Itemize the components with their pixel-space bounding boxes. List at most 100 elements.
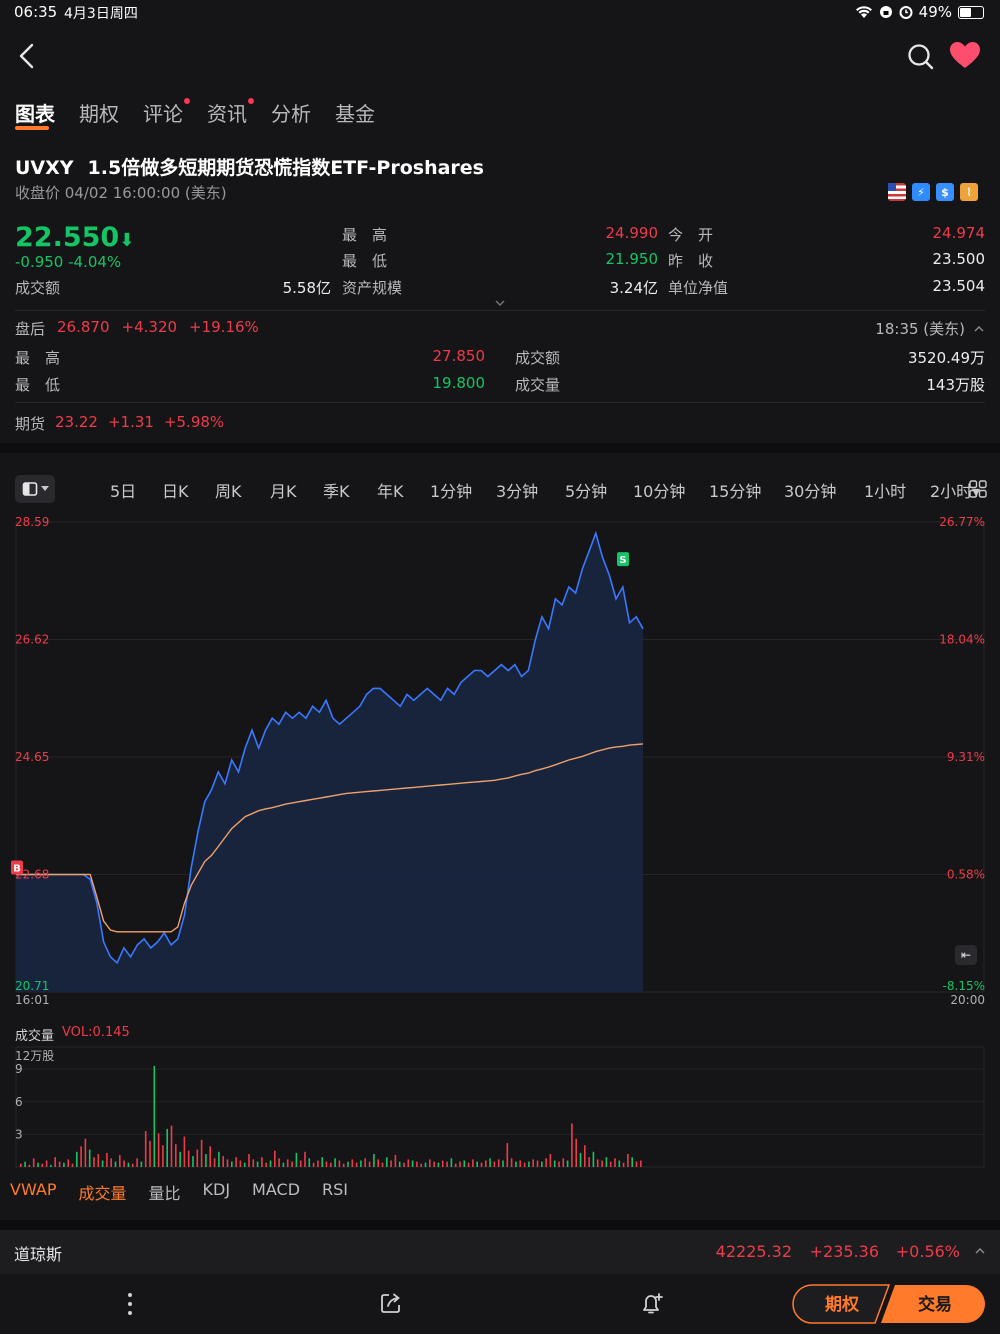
period-bar: 5日 日K 周K 月K 季K 年K 1分钟 3分钟 5分钟 10分钟 15分钟 30分钟 1小时 2小时▾ — [15, 474, 1000, 504]
indicator-tab-1[interactable]: 成交量 — [78, 1180, 126, 1204]
period-tab-5[interactable]: 年K — [377, 478, 404, 502]
volume-bar — [274, 1150, 276, 1167]
ah-volume-value: 143万股 — [926, 376, 985, 394]
price-chart[interactable]: 28.5926.6224.6522.6820.71 26.77%18.04%9.… — [0, 510, 1000, 1010]
back-icon[interactable] — [12, 40, 42, 72]
volume-bar — [67, 1159, 69, 1167]
caret-down-icon — [40, 486, 49, 491]
volume-bar — [140, 1161, 143, 1167]
aum-label: 资产规模 — [342, 279, 403, 297]
period-tab-1[interactable]: 日K — [162, 478, 189, 502]
after-hours-time-toggle[interactable]: 18:35 (美东) — [875, 318, 985, 339]
heart-icon[interactable] — [948, 40, 982, 72]
volume-bar — [149, 1140, 151, 1167]
tab-5[interactable]: 基金 — [335, 98, 375, 128]
volume-bar — [269, 1160, 272, 1167]
volume-bar — [136, 1158, 138, 1167]
tab-label: 期权 — [79, 102, 119, 126]
volume-bar — [131, 1163, 134, 1167]
volume-bar — [437, 1162, 440, 1167]
volume-bar — [24, 1161, 26, 1167]
volume-bar — [485, 1160, 487, 1167]
indicator-tab-0[interactable]: VWAP — [10, 1180, 56, 1204]
more-icon[interactable] — [120, 1291, 140, 1317]
tab-0[interactable]: 图表 — [15, 98, 55, 130]
volume-bar — [317, 1160, 319, 1167]
high-label: 最 高 — [342, 226, 388, 244]
volume-bar — [80, 1146, 82, 1167]
buy-marker[interactable]: B — [11, 860, 23, 875]
share-icon[interactable] — [379, 1291, 403, 1315]
volume-bar — [37, 1162, 39, 1167]
period-tab-3[interactable]: 月K — [270, 478, 297, 502]
volume-bar — [196, 1149, 199, 1167]
period-tab-8[interactable]: 5分钟 — [565, 478, 607, 502]
index-change: +235.36 — [809, 1242, 879, 1261]
indicator-tab-4[interactable]: MACD — [252, 1180, 300, 1204]
tab-3[interactable]: 资讯 — [207, 98, 254, 128]
search-icon[interactable] — [905, 40, 935, 72]
volume-bar — [472, 1159, 474, 1167]
volume-bar — [463, 1160, 466, 1167]
volume-bar — [45, 1160, 48, 1167]
jump-latest-icon[interactable]: ⇤ — [955, 945, 977, 965]
volume-bar — [454, 1163, 457, 1167]
ah-volume-label: 成交量 — [515, 376, 561, 394]
chart-layout-toggle[interactable] — [15, 475, 55, 503]
volume-bar — [493, 1161, 496, 1167]
volume-bar — [545, 1158, 547, 1167]
tab-1[interactable]: 期权 — [79, 98, 119, 128]
volume-bar — [553, 1160, 556, 1167]
period-tab-7[interactable]: 3分钟 — [496, 478, 538, 502]
volume-bar — [592, 1151, 595, 1167]
indicator-tab-5[interactable]: RSI — [322, 1180, 348, 1204]
y-tick-right: 9.31% — [947, 750, 985, 764]
expand-chevron-icon[interactable] — [494, 298, 506, 308]
after-hours-label: 盘后 — [15, 320, 46, 338]
prev-close-value: 23.500 — [932, 250, 986, 268]
period-tab-12[interactable]: 1小时 — [864, 478, 906, 502]
futures-row[interactable]: 期货 23.22 +1.31 +5.98% — [15, 413, 224, 434]
period-tab-4[interactable]: 季K — [323, 478, 350, 502]
period-tab-10[interactable]: 15分钟 — [709, 478, 761, 502]
sell-marker[interactable]: S — [617, 552, 629, 567]
period-tab-11[interactable]: 30分钟 — [784, 478, 836, 502]
volume-bar — [571, 1123, 573, 1167]
divider — [15, 310, 985, 311]
period-tab-6[interactable]: 1分钟 — [430, 478, 472, 502]
indicator-tabs: VWAP 成交量 量比 KDJ MACD RSI — [10, 1180, 348, 1204]
volume-bar — [523, 1162, 526, 1167]
period-tab-0[interactable]: 5日 — [110, 478, 136, 502]
volume-bar — [351, 1159, 354, 1167]
volume-bar — [390, 1160, 392, 1167]
open-label: 今 开 — [668, 226, 714, 244]
index-ticker-bar[interactable]: 道琼斯 42225.32 +235.36 +0.56% — [0, 1230, 1000, 1274]
volume-bar — [235, 1157, 237, 1167]
status-icons: 49% — [855, 3, 984, 21]
current-price: 22.550⬇ — [15, 222, 135, 253]
buy-marker-label: B — [13, 864, 21, 875]
volume-bar — [584, 1145, 586, 1167]
futures-percent: +5.98% — [163, 413, 225, 431]
index-name: 道琼斯 — [14, 1245, 63, 1264]
tab-4[interactable]: 分析 — [271, 98, 311, 128]
grid-menu-icon[interactable] — [968, 479, 988, 499]
volume-bar — [32, 1158, 35, 1167]
volume-chart[interactable]: 9 6 3 — [0, 1040, 1000, 1170]
indicator-tab-3[interactable]: KDJ — [203, 1180, 231, 1204]
y-tick-left: 24.65 — [15, 750, 49, 764]
tab-2[interactable]: 评论 — [143, 98, 190, 128]
volume-bar — [588, 1157, 590, 1167]
volume-bar — [635, 1161, 638, 1167]
period-tab-9[interactable]: 10分钟 — [633, 478, 685, 502]
unread-dot — [184, 98, 190, 104]
price-alert-icon[interactable] — [639, 1290, 665, 1316]
volume-bar — [239, 1160, 242, 1167]
volume-bar — [416, 1161, 418, 1167]
volume-bar — [97, 1154, 100, 1167]
volume-bar — [330, 1162, 332, 1167]
period-tab-2[interactable]: 周K — [215, 478, 242, 502]
after-hours-change: +4.320 — [121, 318, 178, 336]
indicator-tab-2[interactable]: 量比 — [149, 1180, 181, 1204]
volume-y-tick: 9 — [15, 1062, 23, 1076]
